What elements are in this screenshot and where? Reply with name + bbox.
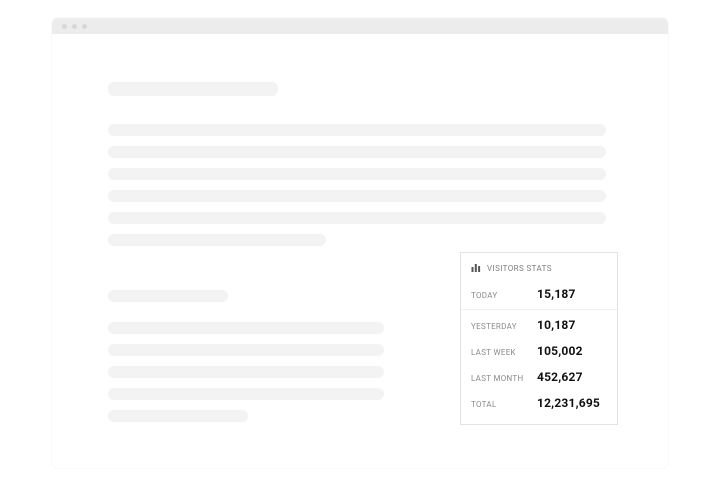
stats-row: LAST MONTH 452,627 xyxy=(471,364,607,390)
window-dot xyxy=(72,24,77,29)
stats-value: 452,627 xyxy=(537,370,583,384)
stats-label: YESTERDAY xyxy=(471,322,537,331)
stats-value: 12,231,695 xyxy=(537,396,600,410)
skeleton-line xyxy=(108,234,326,246)
skeleton-line xyxy=(108,212,606,224)
skeleton-line xyxy=(108,322,384,334)
stats-row: YESTERDAY 10,187 xyxy=(471,312,607,338)
skeleton-line xyxy=(108,344,384,356)
stats-label: LAST MONTH xyxy=(471,374,537,383)
divider xyxy=(461,309,617,310)
stats-label: TOTAL xyxy=(471,400,537,409)
skeleton-line xyxy=(108,190,606,202)
skeleton-line xyxy=(108,146,606,158)
window-titlebar xyxy=(52,18,668,34)
skeleton-subheading xyxy=(108,290,228,302)
skeleton-line xyxy=(108,168,606,180)
visitors-stats-card: VISITORS STATS TODAY 15,187 YESTERDAY 10… xyxy=(460,252,618,425)
stats-label: LAST WEEK xyxy=(471,348,537,357)
stats-row: TOTAL 12,231,695 xyxy=(471,390,607,416)
stats-value: 10,187 xyxy=(537,318,576,332)
stats-value: 15,187 xyxy=(537,287,576,301)
stats-value: 105,002 xyxy=(537,344,583,358)
stats-row: TODAY 15,187 xyxy=(471,281,607,307)
window-dot xyxy=(62,24,67,29)
skeleton-line xyxy=(108,388,384,400)
stats-title: VISITORS STATS xyxy=(487,264,552,273)
window-dot xyxy=(82,24,87,29)
skeleton-line xyxy=(108,366,384,378)
stats-row: LAST WEEK 105,002 xyxy=(471,338,607,364)
skeleton-heading xyxy=(108,82,278,96)
skeleton-line xyxy=(108,410,248,422)
skeleton-line xyxy=(108,124,606,136)
bar-chart-icon xyxy=(471,263,481,273)
stats-label: TODAY xyxy=(471,291,537,300)
stats-header: VISITORS STATS xyxy=(471,263,607,273)
